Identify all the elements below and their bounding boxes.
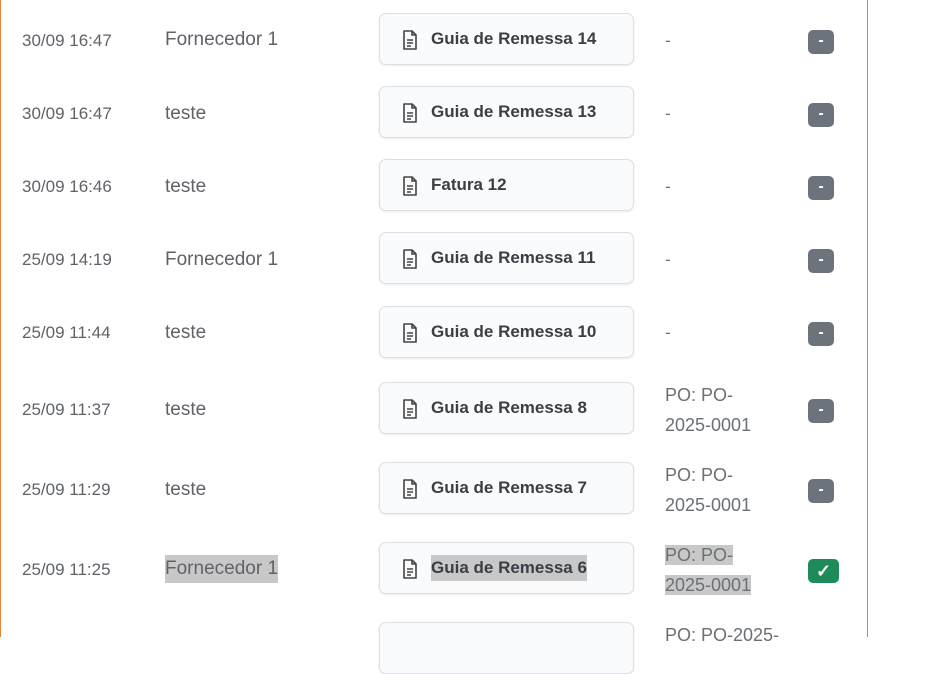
- status-badge: -: [808, 322, 834, 346]
- document-label: Guia de Remessa 6: [431, 555, 587, 581]
- document-icon: [403, 559, 417, 579]
- document-icon: [403, 30, 417, 50]
- status-badge: -: [808, 176, 834, 200]
- row-po: PO: PO-2025-: [665, 625, 780, 645]
- row-date: 25/09 11:25: [22, 560, 111, 579]
- document-label: Guia de Remessa 7: [431, 478, 587, 497]
- document-button[interactable]: Guia de Remessa 10: [379, 306, 634, 358]
- row-supplier: teste: [165, 479, 207, 500]
- status-badge: -: [808, 399, 834, 423]
- document-button[interactable]: Guia de Remessa 11: [379, 232, 634, 284]
- row-date: 25/09 11:37: [22, 400, 111, 419]
- document-label: Guia de Remessa 13: [431, 102, 597, 121]
- document-label: Guia de Remessa 10: [431, 322, 597, 341]
- row-date: 30/09 16:47: [22, 104, 112, 123]
- document-button[interactable]: Guia de Remessa 7: [379, 462, 634, 514]
- row-po: PO: PO-2025-0001: [665, 385, 752, 435]
- document-icon: [403, 249, 417, 269]
- document-label: Guia de Remessa 8: [431, 398, 587, 417]
- status-badge: -: [808, 249, 834, 273]
- row-supplier: teste: [165, 176, 207, 197]
- document-button[interactable]: [379, 622, 634, 674]
- document-button[interactable]: Guia de Remessa 13: [379, 86, 634, 138]
- row-po: -: [665, 323, 671, 342]
- document-label: Guia de Remessa 11: [431, 248, 596, 267]
- status-badge: -: [808, 479, 834, 503]
- document-button[interactable]: Fatura 12: [379, 159, 634, 211]
- document-button[interactable]: Guia de Remessa 14: [379, 13, 634, 65]
- document-label: Fatura 12: [431, 175, 507, 194]
- row-date: 30/09 16:47: [22, 31, 112, 50]
- row-po: -: [665, 250, 671, 269]
- row-date: 25/09 11:29: [22, 480, 111, 499]
- status-badge: -: [808, 103, 834, 127]
- row-po: -: [665, 104, 671, 123]
- row-po: -: [665, 31, 671, 50]
- documents-table: 30/09 16:47 Fornecedor 1 Guia de Remessa…: [0, 0, 868, 674]
- row-po: -: [665, 177, 671, 196]
- row-supplier: teste: [165, 399, 207, 420]
- row-po: PO: PO-2025-0001: [665, 540, 777, 600]
- document-icon: [403, 103, 417, 123]
- row-supplier: teste: [165, 322, 207, 343]
- row-po: PO: PO-2025-0001: [665, 465, 752, 515]
- document-icon: [403, 323, 417, 343]
- status-badge-approved: ✓: [808, 559, 839, 583]
- row-date: 30/09 16:46: [22, 177, 112, 196]
- document-icon: [403, 479, 417, 499]
- row-supplier: Fornecedor 1: [165, 249, 279, 270]
- row-supplier: teste: [165, 103, 207, 124]
- document-label: Guia de Remessa 14: [431, 29, 597, 48]
- document-icon: [403, 176, 417, 196]
- row-date: 25/09 11:44: [22, 323, 111, 342]
- row-supplier: Fornecedor 1: [165, 555, 279, 583]
- row-date: 25/09 14:19: [22, 250, 112, 269]
- status-badge: -: [808, 30, 834, 54]
- row-po-text: PO: PO-2025-0001: [665, 545, 752, 595]
- document-button[interactable]: Guia de Remessa 8: [379, 382, 634, 434]
- document-icon: [403, 399, 417, 419]
- document-button[interactable]: Guia de Remessa 6: [379, 542, 634, 594]
- row-supplier: Fornecedor 1: [165, 29, 279, 50]
